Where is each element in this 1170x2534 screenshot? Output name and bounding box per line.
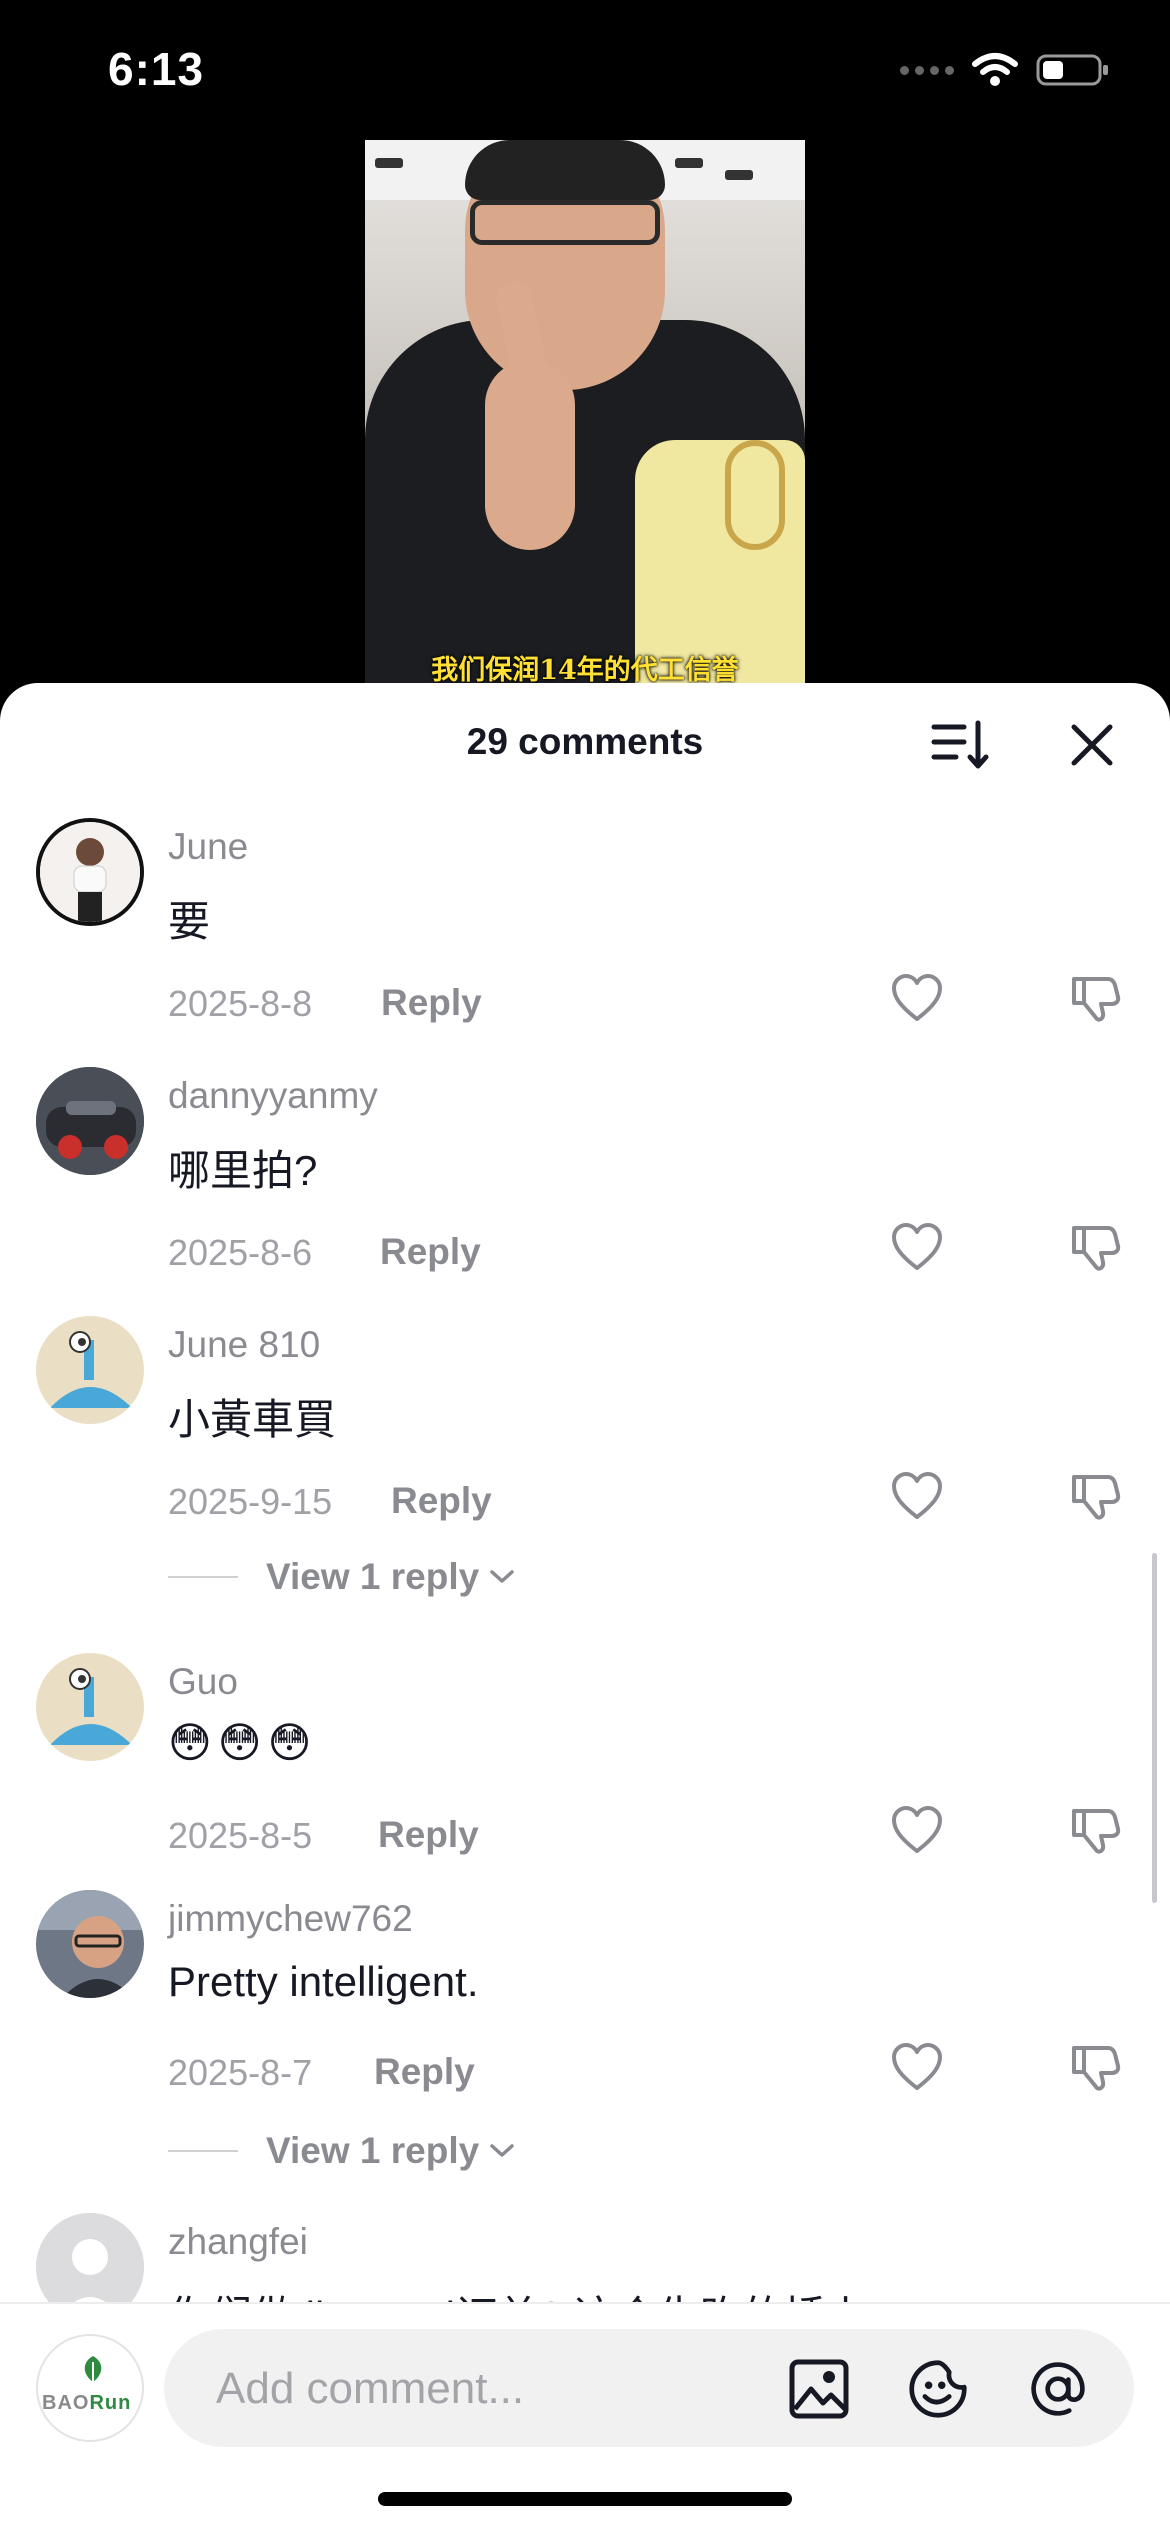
- avatar[interactable]: [36, 818, 144, 926]
- reply-button[interactable]: Reply: [391, 1480, 492, 1522]
- comment-username[interactable]: jimmychew762: [168, 1898, 413, 1940]
- image-icon[interactable]: [789, 2359, 849, 2419]
- comment-text: 哪里拍?: [168, 1147, 318, 1194]
- dislike-icon[interactable]: [1070, 2042, 1122, 2094]
- comment-text: 要: [168, 898, 211, 945]
- comment-text: Pretty intelligent.: [168, 1958, 479, 2005]
- avatar[interactable]: [36, 1067, 144, 1175]
- scrollbar[interactable]: [1152, 1553, 1157, 1903]
- comment-item: dannyyanmy 哪里拍? 2025-8-6 Reply: [0, 1067, 1170, 1307]
- view-replies-button[interactable]: View 1 reply: [168, 1556, 515, 1598]
- avatar[interactable]: [36, 1890, 144, 1998]
- close-icon[interactable]: [1068, 721, 1116, 769]
- heart-icon[interactable]: [890, 973, 944, 1025]
- comment-username[interactable]: June: [168, 826, 248, 868]
- comment-username[interactable]: zhangfei: [168, 2221, 308, 2263]
- comment-item: June 要 2025-8-8 Reply: [0, 818, 1170, 1058]
- comment-text: 小黃車買: [168, 1396, 337, 1443]
- comment-date: 2025-8-5: [168, 1815, 313, 1856]
- chevron-down-icon: [490, 2144, 514, 2157]
- reply-button[interactable]: Reply: [381, 982, 482, 1024]
- heart-icon[interactable]: [890, 1222, 944, 1274]
- heart-icon[interactable]: [890, 2042, 944, 2094]
- dislike-icon[interactable]: [1070, 1222, 1122, 1274]
- user-avatar[interactable]: BAORun: [36, 2334, 144, 2442]
- comment-date: 2025-8-8: [168, 983, 313, 1024]
- wifi-icon: [972, 53, 1018, 86]
- leaf-icon: [84, 2356, 102, 2382]
- status-icons: [900, 52, 1110, 88]
- status-time: 6:13: [108, 43, 205, 95]
- reply-button[interactable]: Reply: [374, 2051, 475, 2093]
- chevron-down-icon: [490, 1570, 514, 1583]
- sheet-header: 29 comments: [0, 683, 1170, 803]
- status-bar: 6:13: [0, 0, 1170, 140]
- comment-input[interactable]: [214, 2329, 778, 2449]
- video-caption: 我们保润14年的代工信誉: [431, 655, 739, 686]
- mention-icon[interactable]: [1028, 2359, 1088, 2419]
- comment-input-container[interactable]: [164, 2329, 1134, 2449]
- comment-text: 😳😳😳: [168, 1718, 318, 1767]
- sort-icon[interactable]: [930, 717, 990, 773]
- comments-sheet: 29 comments June 要 2025-8-8 Reply dannyy…: [0, 683, 1170, 2532]
- divider: [168, 2150, 238, 2152]
- dislike-icon[interactable]: [1070, 973, 1122, 1025]
- dislike-icon[interactable]: [1070, 1471, 1122, 1523]
- comment-username[interactable]: June 810: [168, 1324, 320, 1366]
- heart-icon[interactable]: [890, 1805, 944, 1857]
- divider: [168, 1576, 238, 1578]
- comment-date: 2025-8-6: [168, 1232, 313, 1273]
- reply-button[interactable]: Reply: [380, 1231, 481, 1273]
- home-indicator[interactable]: [378, 2492, 792, 2506]
- comment-item: Guo 😳😳😳 2025-8-5 Reply: [0, 1653, 1170, 1893]
- reply-button[interactable]: Reply: [378, 1814, 479, 1856]
- comment-date: 2025-8-7: [168, 2052, 313, 2093]
- sticker-icon[interactable]: [908, 2359, 968, 2419]
- avatar[interactable]: [36, 1653, 144, 1761]
- heart-icon[interactable]: [890, 1471, 944, 1523]
- view-replies-label: View 1 reply: [266, 2130, 480, 2171]
- comment-item: June 810 小黃車買 2025-9-15 Reply View 1 rep…: [0, 1316, 1170, 1646]
- battery-icon: [1036, 54, 1108, 86]
- comment-username[interactable]: dannyyanmy: [168, 1075, 378, 1117]
- comment-username[interactable]: Guo: [168, 1661, 238, 1703]
- view-replies-button[interactable]: View 1 reply: [168, 2130, 515, 2172]
- brand-logo-text: BAORun: [42, 2392, 132, 2414]
- video-player[interactable]: 我们保润14年的代工信誉: [365, 140, 805, 700]
- comments-count: 29 comments: [466, 721, 704, 762]
- dislike-icon[interactable]: [1070, 1805, 1122, 1857]
- view-replies-label: View 1 reply: [266, 1556, 480, 1597]
- cellular-signal-icon: [900, 65, 954, 75]
- comment-date: 2025-9-15: [168, 1481, 333, 1522]
- comment-item: jimmychew762 Pretty intelligent. 2025-8-…: [0, 1890, 1170, 2220]
- avatar[interactable]: [36, 1316, 144, 1424]
